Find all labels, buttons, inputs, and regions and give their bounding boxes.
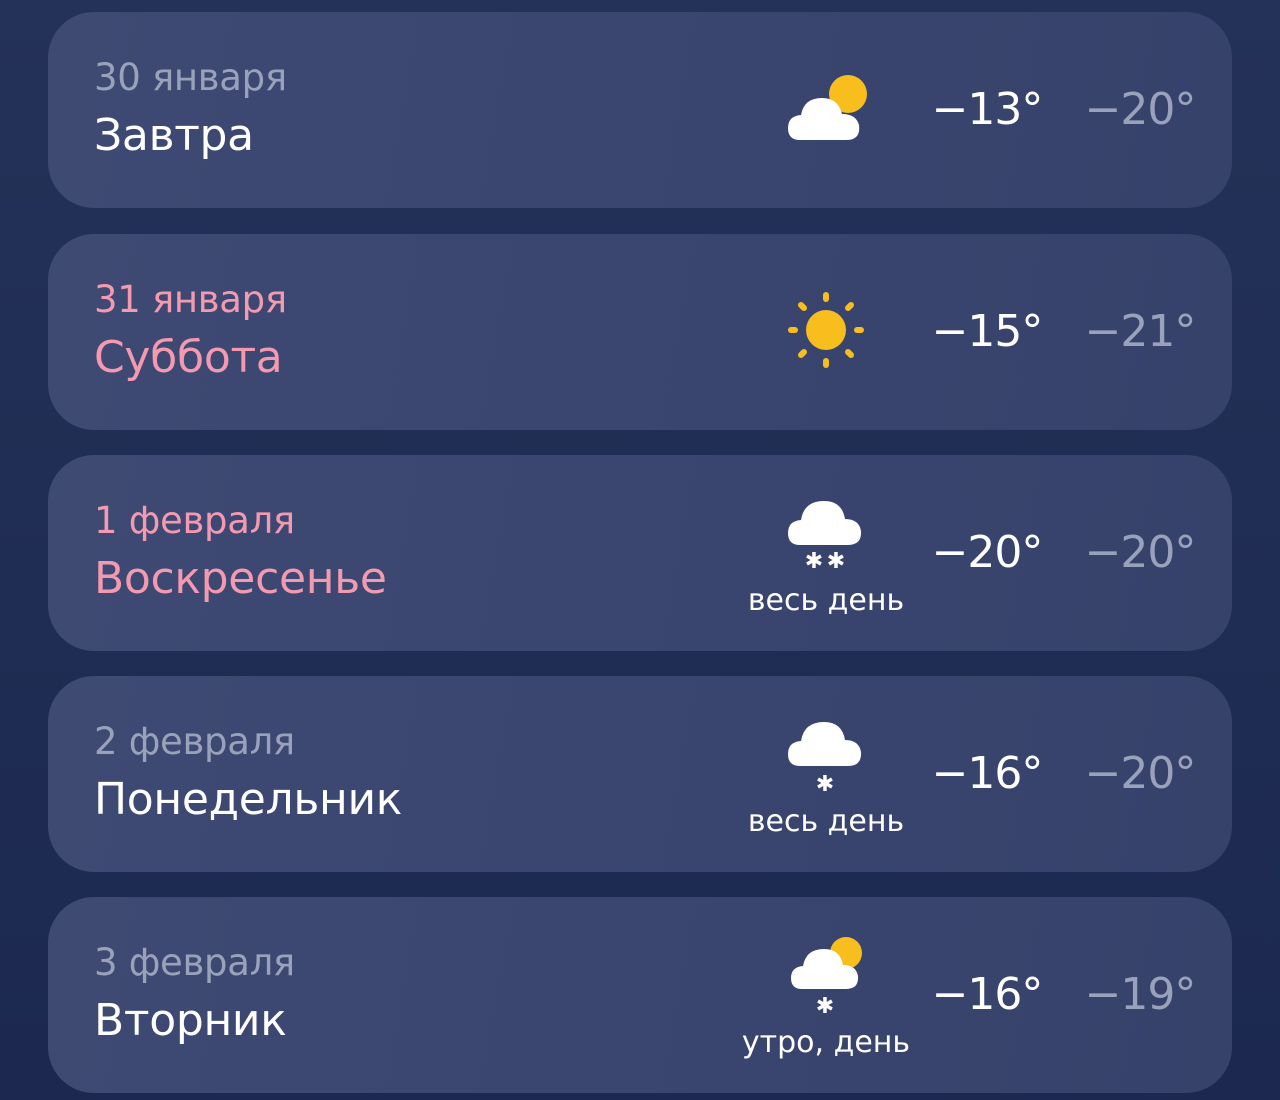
weekday-label: Воскресенье xyxy=(94,553,387,604)
night-temperature: −20° xyxy=(1084,527,1197,578)
precipitation-period: весь день xyxy=(747,583,905,618)
sun-icon xyxy=(784,290,868,370)
forecast-day-card[interactable]: 1 февраля Воскресенье ✱ ✱ весь день −20°… xyxy=(48,455,1232,651)
forecast-day-card[interactable]: 31 января Суббота −15° −21° xyxy=(48,234,1232,430)
cloud-snow-icon: ✱ ✱ xyxy=(784,493,868,573)
night-temperature: −21° xyxy=(1084,306,1197,357)
night-temperature: −20° xyxy=(1084,84,1197,135)
svg-text:✱: ✱ xyxy=(805,549,823,573)
partly-cloudy-icon xyxy=(784,70,868,150)
date-label: 1 февраля xyxy=(94,499,295,542)
day-temperature: −15° xyxy=(931,306,1044,357)
night-temperature: −19° xyxy=(1084,969,1197,1020)
day-temperature: −16° xyxy=(931,748,1044,799)
svg-text:✱: ✱ xyxy=(816,772,834,794)
forecast-day-card[interactable]: 30 января Завтра −13° −20° xyxy=(48,12,1232,208)
forecast-day-card[interactable]: 3 февраля Вторник ✱ утро, день −16° −19° xyxy=(48,897,1232,1093)
day-temperature: −20° xyxy=(931,527,1044,578)
night-temperature: −20° xyxy=(1084,748,1197,799)
svg-text:✱: ✱ xyxy=(816,994,834,1015)
precipitation-period: весь день xyxy=(747,804,905,839)
day-temperature: −16° xyxy=(931,969,1044,1020)
partly-cloudy-snow-icon: ✱ xyxy=(784,935,868,1015)
weekday-label: Вторник xyxy=(94,995,287,1046)
date-label: 3 февраля xyxy=(94,941,295,984)
weekday-label: Суббота xyxy=(94,332,283,383)
svg-text:✱: ✱ xyxy=(827,549,845,573)
forecast-day-card[interactable]: 2 февраля Понедельник ✱ весь день −16° −… xyxy=(48,676,1232,872)
precipitation-period: утро, день xyxy=(741,1025,911,1060)
day-temperature: −13° xyxy=(931,84,1044,135)
date-label: 2 февраля xyxy=(94,720,295,763)
date-label: 31 января xyxy=(94,278,287,321)
weekday-label: Завтра xyxy=(94,110,254,161)
weekday-label: Понедельник xyxy=(94,774,403,825)
cloud-light-snow-icon: ✱ xyxy=(784,714,868,794)
date-label: 30 января xyxy=(94,56,287,99)
